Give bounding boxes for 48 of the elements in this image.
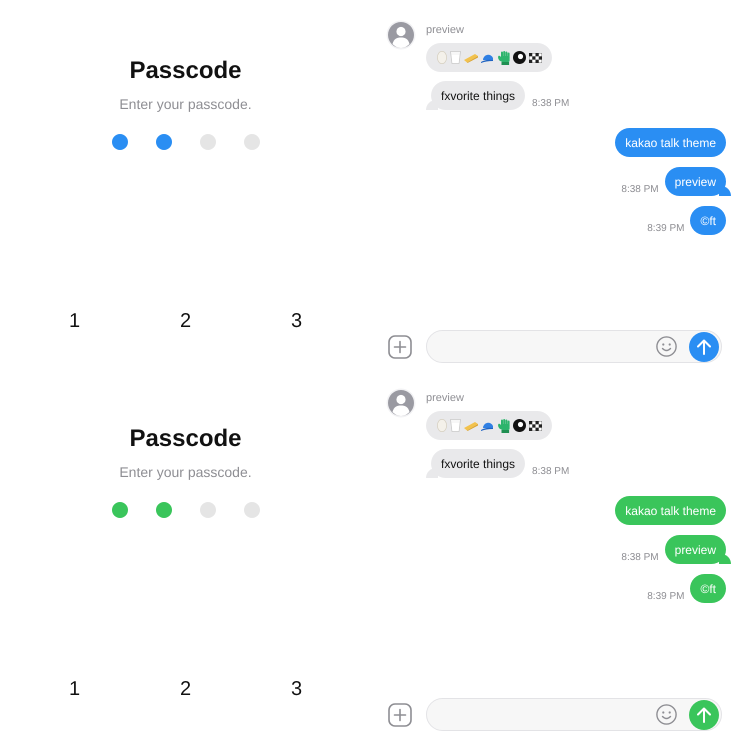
smiley-icon[interactable] (656, 336, 677, 357)
sender-name: preview (426, 23, 464, 37)
message-bubble: kakao talk theme (615, 128, 726, 157)
plus-icon[interactable] (388, 334, 412, 358)
message-bubble: ©ft (690, 574, 726, 603)
avatar-icon (386, 388, 416, 418)
message-time: 8:38 PM (532, 466, 570, 478)
arrow-up-icon (697, 338, 711, 354)
keypad-key[interactable]: 1 (60, 309, 88, 333)
message-bubble: ©ft (690, 206, 726, 235)
passcode-title: Passcode (129, 424, 242, 454)
checkered-flag-icon (529, 420, 542, 430)
eight-ball-icon (513, 51, 526, 64)
glove-icon (498, 418, 510, 432)
message-time: 8:39 PM (647, 223, 684, 235)
keypad-key[interactable]: 3 (282, 309, 310, 333)
message-time: 8:38 PM (532, 98, 570, 110)
keypad-key[interactable]: 3 (282, 677, 310, 701)
keypad-key[interactable]: 2 (172, 309, 200, 333)
send-button[interactable] (689, 700, 719, 730)
message-time: 8:38 PM (621, 552, 659, 564)
message-input-field[interactable] (426, 330, 722, 363)
cap-icon (481, 420, 495, 431)
butter-icon (464, 420, 478, 430)
message-time: 8:39 PM (647, 591, 684, 603)
passcode-subtitle: Enter your passcode. (119, 463, 252, 482)
message-time: 8:38 PM (621, 184, 659, 196)
checkered-flag-icon (529, 52, 542, 62)
passcode-title: Passcode (129, 56, 242, 86)
send-button[interactable] (689, 332, 719, 362)
keypad-key[interactable]: 2 (172, 677, 200, 701)
glove-icon (498, 50, 510, 64)
message-input-field[interactable] (426, 698, 722, 731)
sender-name: preview (426, 391, 464, 405)
butter-icon (464, 52, 478, 62)
eight-ball-icon (513, 419, 526, 432)
avatar-icon (386, 20, 416, 50)
arrow-up-icon (697, 706, 711, 722)
smiley-icon[interactable] (656, 704, 677, 725)
glass-icon (450, 51, 461, 64)
egg-icon (437, 51, 447, 64)
glass-icon (450, 419, 461, 432)
cap-icon (481, 52, 495, 63)
plus-icon[interactable] (388, 702, 412, 726)
egg-icon (437, 419, 447, 432)
message-bubble: kakao talk theme (615, 496, 726, 525)
passcode-subtitle: Enter your passcode. (119, 95, 252, 114)
keypad-key[interactable]: 1 (60, 677, 88, 701)
